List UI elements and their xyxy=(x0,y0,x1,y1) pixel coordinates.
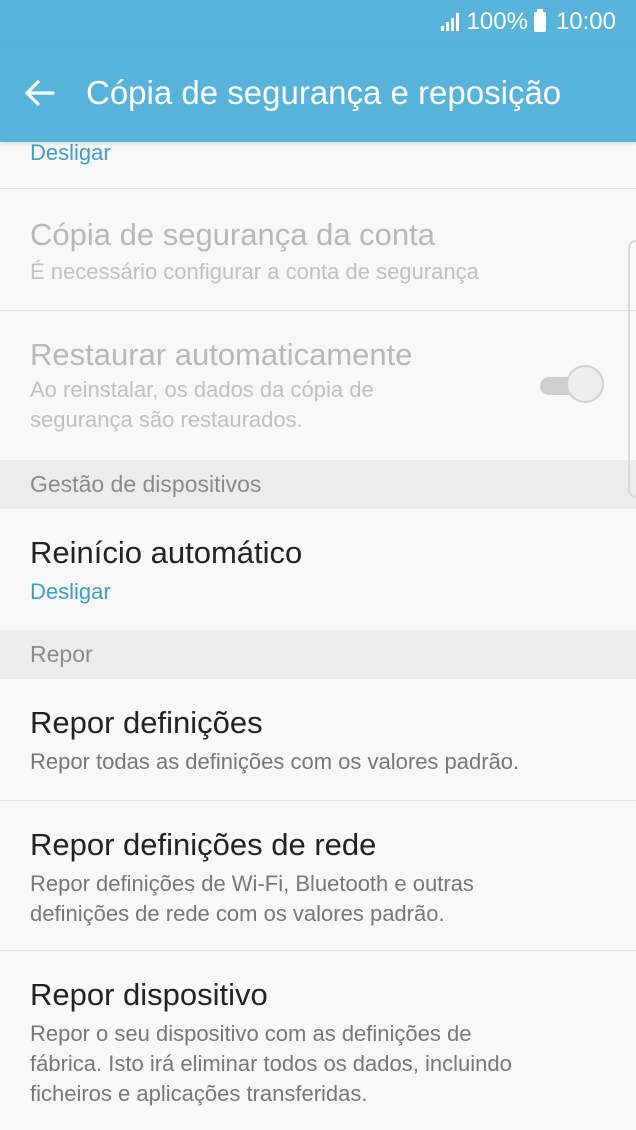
settings-list: Desligar Cópia de segurança da conta É n… xyxy=(0,142,636,1121)
reset-network-subtitle-line1: Repor definições de Wi-Fi, Bluetooth e o… xyxy=(30,871,474,896)
reset-settings-subtitle: Repor todas as definições com os valores… xyxy=(30,749,520,774)
auto-restart-title: Reinício automático xyxy=(30,535,303,570)
reset-settings-title: Repor definições xyxy=(30,705,263,740)
reset-settings-item[interactable]: Repor definições Repor todas as definiçõ… xyxy=(0,679,636,801)
auto-restore-title: Restaurar automaticamente xyxy=(30,337,413,372)
auto-restore-subtitle-line2: segurança são restaurados. xyxy=(30,407,303,432)
back-button[interactable] xyxy=(0,44,80,142)
section-header-device-management: Gestão de dispositivos xyxy=(0,460,636,509)
reset-device-subtitle-line2: fábrica. Isto irá eliminar todos os dado… xyxy=(30,1051,512,1076)
auto-restore-toggle[interactable] xyxy=(540,365,604,407)
auto-restart-status: Desligar xyxy=(30,579,111,604)
clock: 10:00 xyxy=(555,8,616,35)
status-bar: 100% 10:00 xyxy=(0,0,636,44)
section-header-reset: Repor xyxy=(0,630,636,679)
reset-device-title: Repor dispositivo xyxy=(30,977,268,1012)
reset-network-subtitle-line2: definições de rede com os valores padrão… xyxy=(30,901,445,926)
reset-device-subtitle-line3: ficheiros e aplicações transferidas. xyxy=(30,1081,368,1106)
toggle-knob xyxy=(566,365,604,403)
battery-percentage: 100% xyxy=(466,8,528,35)
auto-restore-subtitle-line1: Ao reinstalar, os dados da cópia de xyxy=(30,377,374,402)
auto-restore-item[interactable]: Restaurar automaticamente Ao reinstalar,… xyxy=(0,311,636,460)
reset-device-item[interactable]: Repor dispositivo Repor o seu dispositiv… xyxy=(0,951,636,1121)
arrow-left-icon xyxy=(25,80,55,106)
backup-data-item[interactable]: Desligar xyxy=(0,142,636,189)
signal-icon xyxy=(440,13,459,31)
reset-network-title: Repor definições de rede xyxy=(30,827,377,862)
page-title: Cópia de segurança e reposição xyxy=(86,74,562,111)
auto-restart-item[interactable]: Reinício automático Desligar xyxy=(0,509,636,630)
reset-network-item[interactable]: Repor definições de rede Repor definiçõe… xyxy=(0,801,636,951)
account-backup-subtitle: É necessário configurar a conta de segur… xyxy=(30,259,479,284)
battery-icon xyxy=(533,9,546,32)
account-backup-title: Cópia de segurança da conta xyxy=(30,217,436,252)
app-bar: Cópia de segurança e reposição xyxy=(0,44,636,142)
edge-panel-handle[interactable] xyxy=(628,240,636,498)
account-backup-item[interactable]: Cópia de segurança da conta É necessário… xyxy=(0,189,636,311)
backup-data-status: Desligar xyxy=(30,140,111,165)
reset-device-subtitle-line1: Repor o seu dispositivo com as definiçõe… xyxy=(30,1021,472,1046)
